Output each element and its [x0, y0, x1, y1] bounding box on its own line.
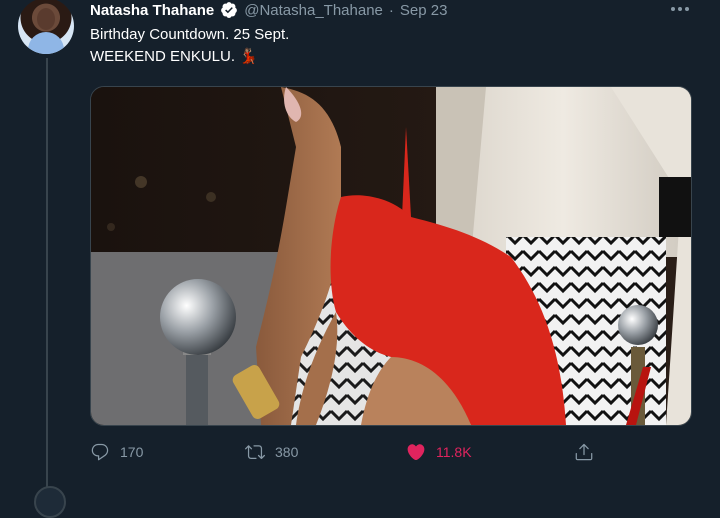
like-count: 11.8K: [436, 444, 472, 460]
photo-content: [91, 87, 691, 425]
tweet-text: Birthday Countdown. 25 Sept. WEEKEND ENK…: [90, 24, 289, 68]
tweet-header: Natasha Thahane @Natasha_Thahane · Sep 2…: [90, 0, 447, 20]
thread-line: [46, 58, 48, 492]
heart-icon: [407, 444, 425, 461]
tweet-text-line-2: WEEKEND ENKULU. 💃🏽: [90, 48, 258, 65]
more-dot: [671, 7, 675, 11]
next-tweet-avatar[interactable]: [34, 486, 66, 518]
retweet-icon: [245, 445, 265, 460]
author-name[interactable]: Natasha Thahane: [90, 2, 214, 19]
like-button[interactable]: 11.8K: [406, 442, 472, 462]
more-dot: [678, 7, 682, 11]
author-avatar[interactable]: [18, 0, 74, 54]
reply-count: 170: [120, 444, 144, 460]
more-options-icon[interactable]: [671, 0, 689, 18]
avatar-face: [37, 8, 55, 30]
retweet-button[interactable]: 380: [245, 442, 298, 462]
tweet-date[interactable]: Sep 23: [400, 2, 448, 19]
reply-icon: [91, 443, 109, 461]
share-icon: [575, 443, 593, 461]
more-dot: [685, 7, 689, 11]
verified-badge-icon: [221, 2, 238, 18]
share-button[interactable]: [574, 442, 594, 462]
author-handle[interactable]: @Natasha_Thahane: [244, 2, 383, 19]
tweet-actions: 170 380 11.8K: [90, 442, 690, 462]
tweet-photo[interactable]: [90, 86, 692, 426]
retweet-count: 380: [275, 444, 299, 460]
reply-button[interactable]: 170: [90, 442, 143, 462]
tweet-text-line-1: Birthday Countdown. 25 Sept.: [90, 26, 290, 43]
header-separator: ·: [388, 1, 394, 19]
avatar-shirt: [28, 32, 64, 54]
